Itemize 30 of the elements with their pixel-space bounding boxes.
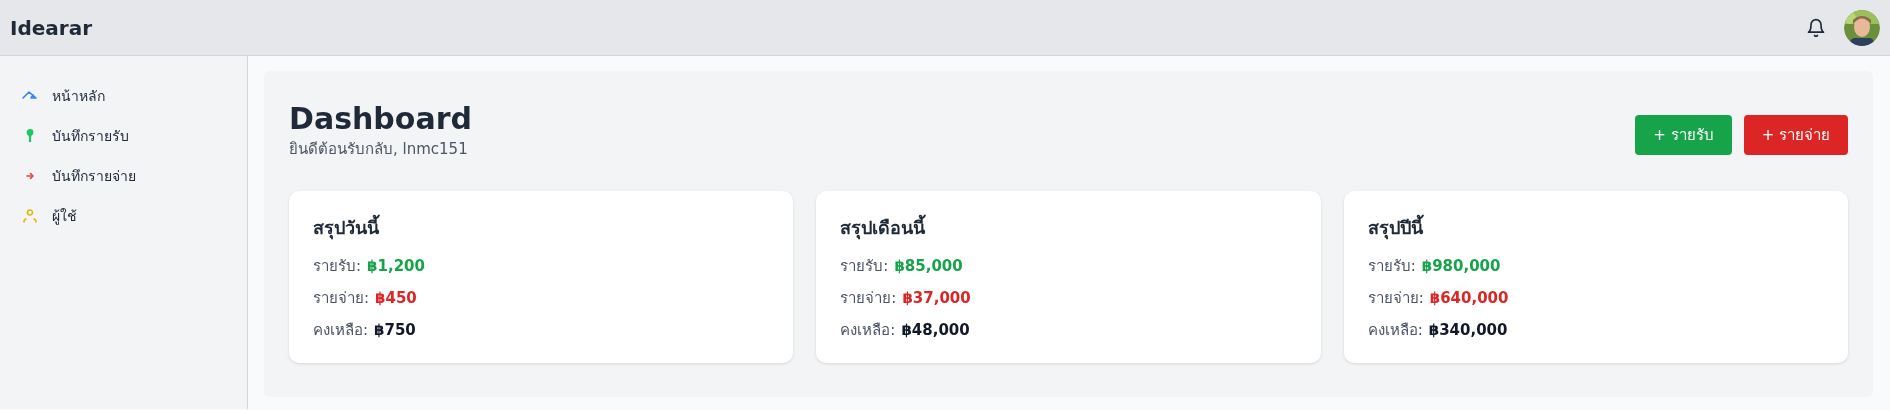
card-title: สรุปปีนี้ — [1367, 213, 1824, 242]
summary-amount: ฿340,000 — [1428, 321, 1508, 339]
summary-amount: ฿640,000 — [1429, 289, 1509, 307]
summary-label: รายรับ: — [840, 256, 889, 277]
summary-amount: ฿1,200 — [367, 257, 425, 275]
app-title: Idearar — [10, 15, 93, 40]
summary-label: รายจ่าย: — [313, 288, 370, 309]
summary-amount: ฿750 — [374, 321, 416, 339]
card-title: สรุปวันนี้ — [313, 213, 770, 242]
summary-label: คงเหลือ: — [313, 320, 369, 341]
summary-amount: ฿37,000 — [902, 289, 971, 307]
summary-label: คงเหลือ: — [840, 320, 896, 341]
card-title: สรุปเดือนนี้ — [840, 213, 1297, 242]
page-title: Dashboard — [289, 101, 472, 137]
summary-amount: ฿450 — [375, 289, 417, 307]
summary-label: รายรับ: — [313, 256, 362, 277]
sidebar-item[interactable]: บันทึกรายจ่าย — [0, 156, 247, 196]
summary-label: รายจ่าย: — [840, 288, 897, 309]
sidebar-item[interactable]: บันทึกรายรับ — [0, 116, 247, 156]
summary-label: รายรับ: — [1367, 256, 1416, 277]
summary-amount: ฿48,000 — [901, 321, 970, 339]
sidebar-item[interactable]: ผู้ใช้ — [0, 196, 247, 236]
bell-icon[interactable] — [1806, 17, 1826, 38]
summary-amount: ฿980,000 — [1421, 257, 1501, 275]
summary-label: คงเหลือ: — [1367, 320, 1423, 341]
welcome-text: ยินดีต้อนรับกลับ, lnmc151 — [289, 139, 469, 160]
sidebar-item[interactable]: หน้าหลัก — [0, 76, 247, 116]
summary-amount: ฿85,000 — [894, 257, 963, 275]
summary-label: รายจ่าย: — [1367, 288, 1424, 309]
add-expense-button[interactable]: + รายจ่าย — [1743, 115, 1848, 155]
